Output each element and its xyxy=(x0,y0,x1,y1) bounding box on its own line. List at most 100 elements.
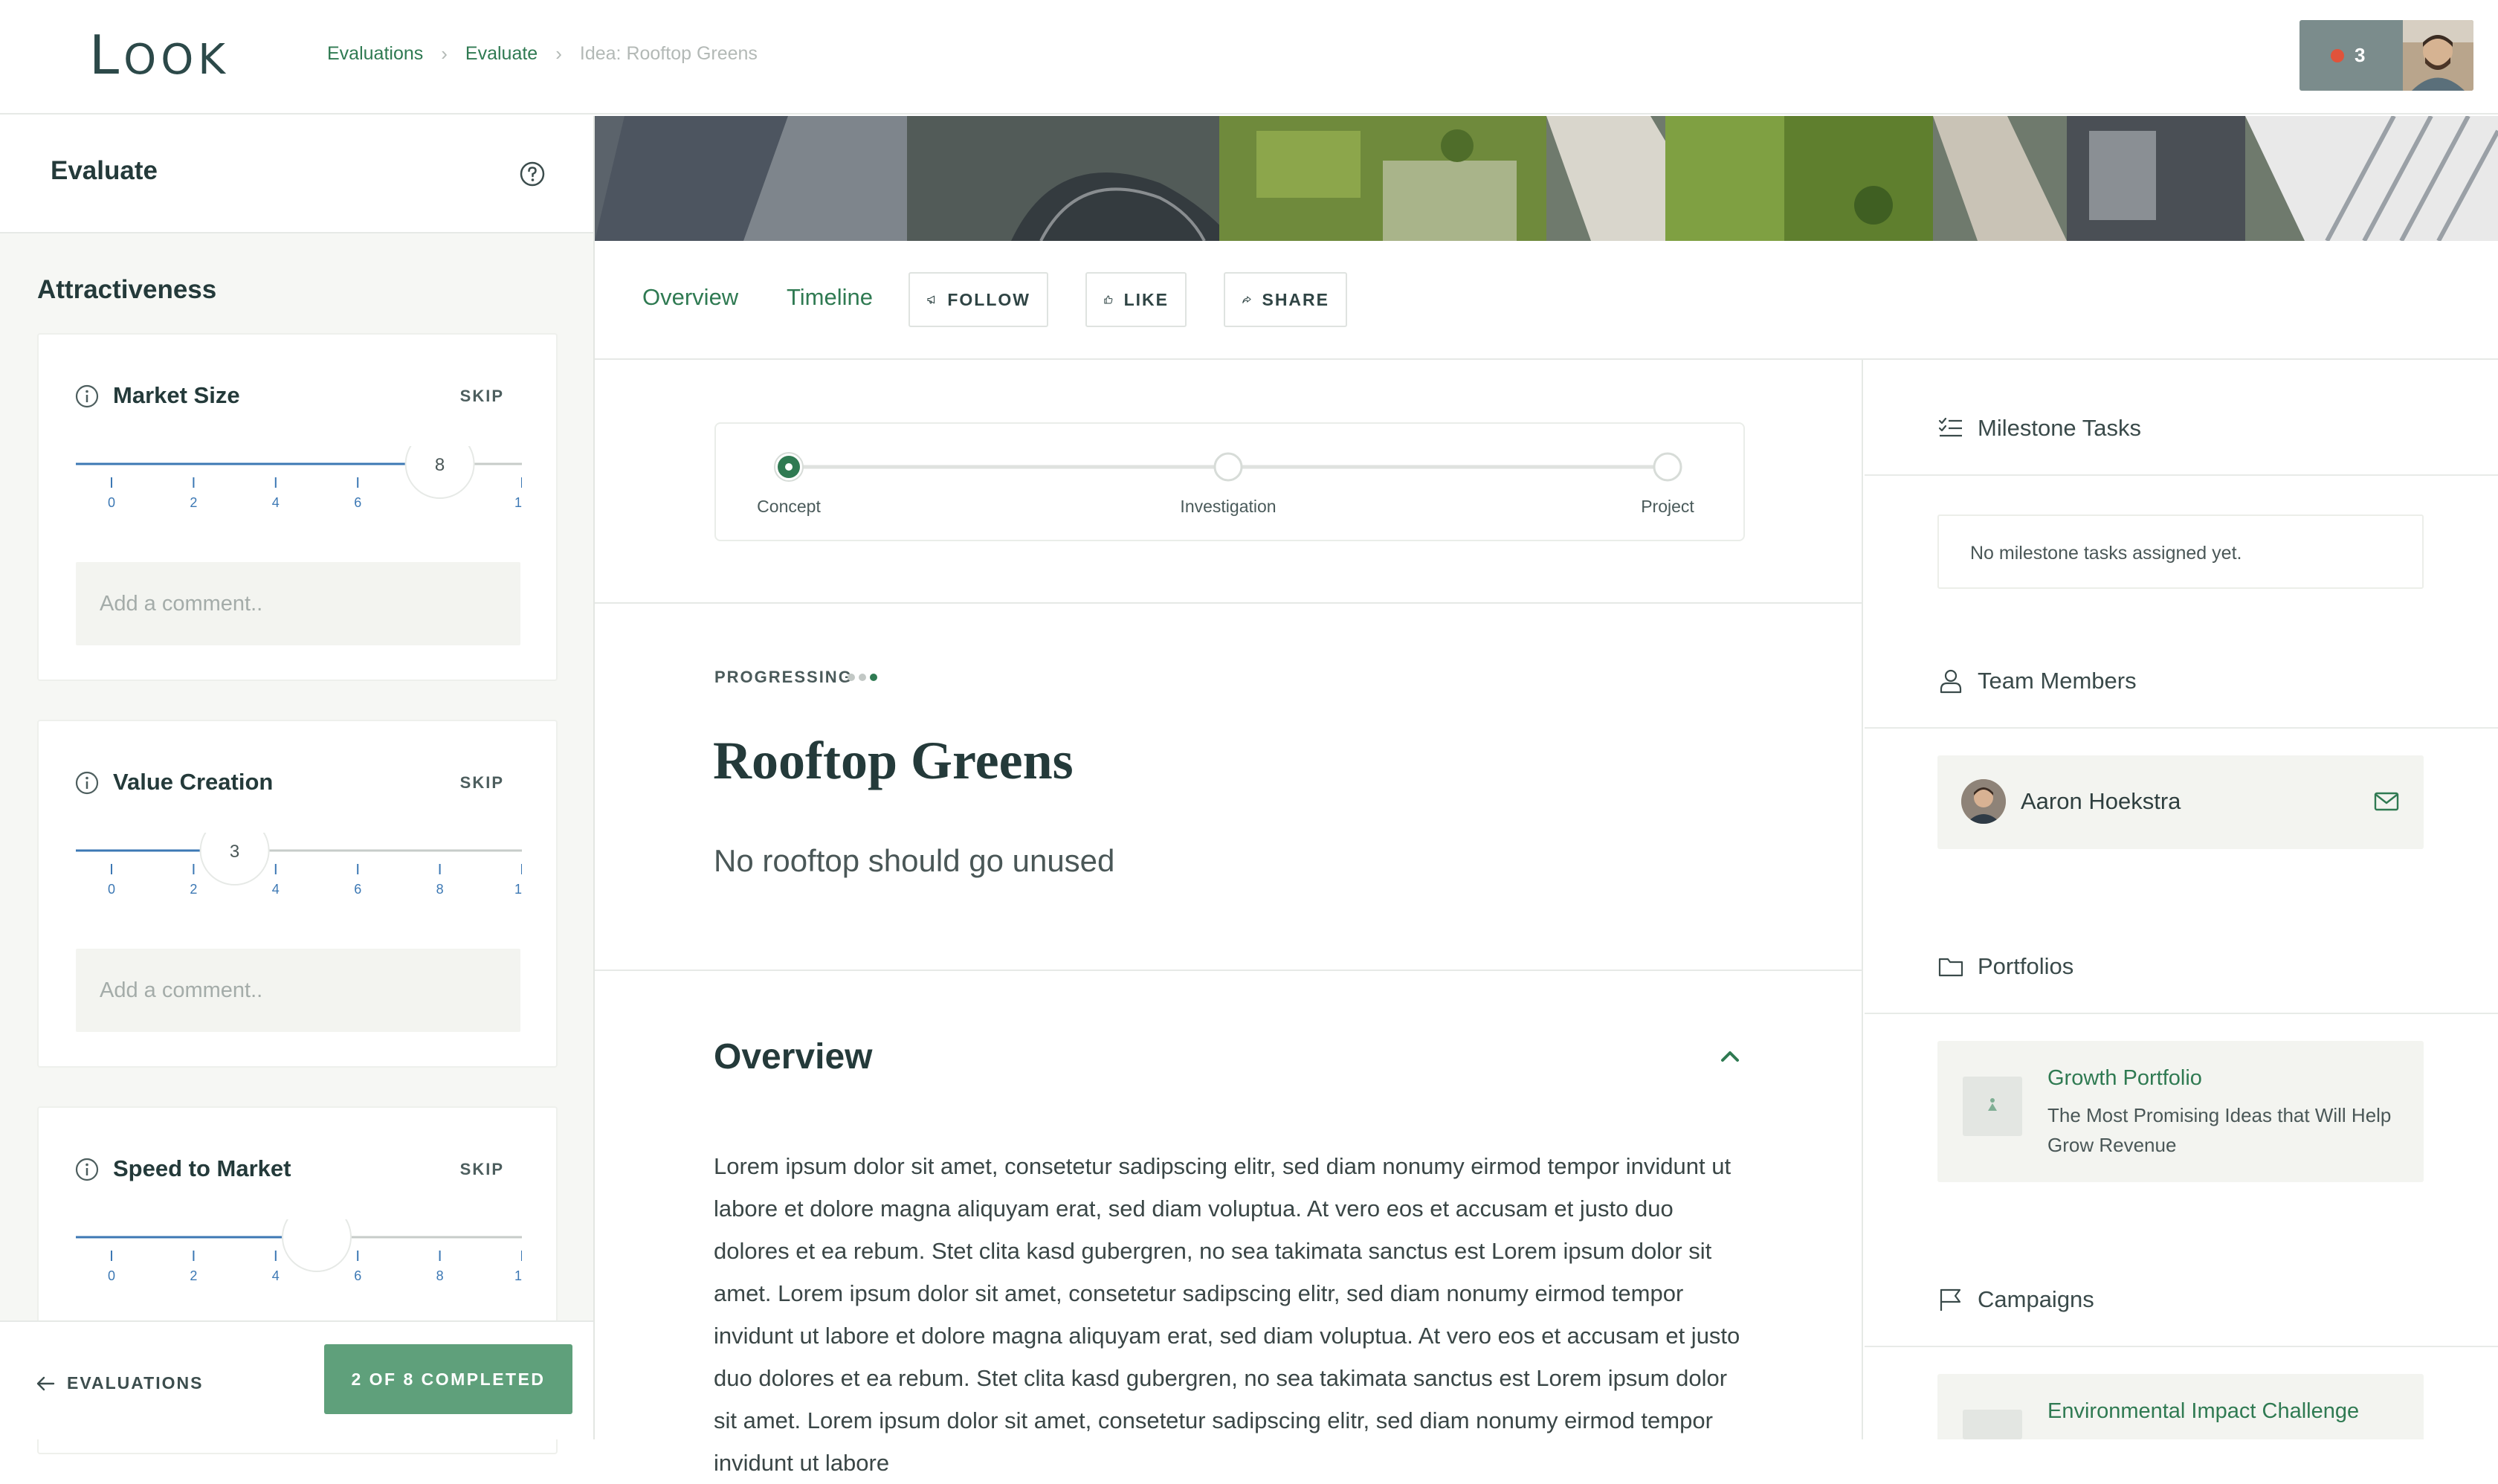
info-icon[interactable] xyxy=(74,1157,100,1182)
member-avatar xyxy=(1961,779,2006,824)
campaign-title[interactable]: Environmental Impact Challenge xyxy=(2047,1399,2359,1424)
stage-node xyxy=(1653,452,1682,482)
portfolio-card[interactable]: Growth Portfolio The Most Promising Idea… xyxy=(1937,1041,2424,1182)
back-to-evaluations-link[interactable]: EVALUATIONS xyxy=(36,1373,203,1393)
mail-icon[interactable] xyxy=(2373,790,2400,813)
comment-input[interactable] xyxy=(76,949,520,1032)
slider-tick-label: 2 xyxy=(190,882,197,897)
back-label: EVALUATIONS xyxy=(67,1373,204,1393)
criterion-title: Market Size xyxy=(113,382,240,408)
slider-tick-label: 4 xyxy=(272,495,280,510)
stage-label-concept: Concept xyxy=(757,497,821,516)
idea-status-label: PROGRESSING xyxy=(714,668,853,686)
follow-button[interactable]: FOLLOW xyxy=(908,272,1048,327)
portfolio-thumbnail xyxy=(1963,1077,2022,1136)
milestone-tasks-header: Milestone Tasks xyxy=(1937,415,2141,442)
chevron-right-icon: › xyxy=(555,42,562,65)
sidebar-divider xyxy=(1865,1013,2498,1014)
slider-tick-label: 2 xyxy=(190,1268,197,1283)
tab-timeline[interactable]: Timeline xyxy=(787,284,873,311)
follow-label: FOLLOW xyxy=(947,289,1030,309)
portfolios-title: Portfolios xyxy=(1978,953,2074,979)
criterion-title: Speed to Market xyxy=(113,1155,291,1181)
slider-tick-label: 8 xyxy=(436,882,444,897)
chevron-up-icon[interactable] xyxy=(1717,1045,1743,1068)
campaign-thumbnail xyxy=(1963,1410,2022,1439)
chevron-right-icon: › xyxy=(441,42,448,65)
criteria-section-title: Attractiveness xyxy=(37,275,217,304)
slider-tick-label: 6 xyxy=(354,495,361,510)
user-avatar[interactable] xyxy=(2403,20,2473,91)
slider-tick-label: 6 xyxy=(354,1268,361,1283)
evaluate-panel-title: Evaluate xyxy=(51,156,158,185)
sidebar-divider xyxy=(1865,1346,2498,1347)
notification-count: 3 xyxy=(2355,44,2366,66)
like-button[interactable]: LIKE xyxy=(1085,272,1187,327)
info-icon[interactable] xyxy=(74,384,100,409)
slider-tick-label: 0 xyxy=(108,495,115,510)
checklist-icon xyxy=(1938,417,1962,437)
campaign-card[interactable]: Environmental Impact Challenge xyxy=(1937,1374,2424,1439)
user-avatar-image xyxy=(2403,20,2473,91)
user-widget[interactable]: 3 xyxy=(2299,20,2473,91)
info-icon[interactable] xyxy=(74,770,100,796)
idea-title: Rooftop Greens xyxy=(713,731,1074,790)
portfolio-description: The Most Promising Ideas that Will Help … xyxy=(2047,1104,2392,1156)
slider-tick-label: 6 xyxy=(354,882,361,897)
slider-handle[interactable] xyxy=(282,1219,352,1272)
stage-label-project: Project xyxy=(1641,497,1694,516)
portfolio-title[interactable]: Growth Portfolio xyxy=(2047,1066,2202,1091)
criterion-market-size: Market Size SKIP 0 2 4 6 10 8 xyxy=(37,333,558,681)
member-avatar-image xyxy=(1961,779,2006,824)
skip-button[interactable]: SKIP xyxy=(460,387,504,406)
look-logo[interactable]: LOOK xyxy=(89,24,230,86)
flag-icon xyxy=(1940,1288,1961,1311)
breadcrumb-evaluate[interactable]: Evaluate xyxy=(465,43,538,65)
tab-overview[interactable]: Overview xyxy=(642,284,738,311)
status-dots-icon xyxy=(848,674,877,681)
slider-tick-label: 8 xyxy=(436,1268,444,1283)
breadcrumb: Evaluations › Evaluate › Idea: Rooftop G… xyxy=(327,42,758,65)
evaluate-panel: Evaluate Attractiveness Market Size SKIP… xyxy=(0,116,595,1454)
campaigns-header: Campaigns xyxy=(1937,1286,2094,1313)
megaphone-icon xyxy=(927,295,935,304)
milestone-tasks-title: Milestone Tasks xyxy=(1978,415,2141,441)
sidebar-divider xyxy=(1865,727,2498,729)
breadcrumb-evaluations[interactable]: Evaluations xyxy=(327,43,423,65)
market-size-slider[interactable]: 0 2 4 6 10 8 xyxy=(76,446,522,528)
portfolios-header: Portfolios xyxy=(1937,953,2073,980)
section-divider xyxy=(595,602,1863,604)
slider-tick-label: 4 xyxy=(272,1268,280,1283)
overview-body-text: Lorem ipsum dolor sit amet, consetetur s… xyxy=(714,1153,1740,1476)
slider-tick-label: 0 xyxy=(108,882,115,897)
slider-tick-label: 2 xyxy=(190,495,197,510)
person-icon xyxy=(1940,669,1962,694)
stage-progress-track xyxy=(774,452,1682,482)
skip-button[interactable]: SKIP xyxy=(460,1160,504,1179)
speed-to-market-slider[interactable]: 0 2 4 6 8 10 xyxy=(76,1219,522,1301)
slider-tick-label: 10 xyxy=(514,495,522,510)
like-label: LIKE xyxy=(1123,289,1169,309)
completion-progress-button[interactable]: 2 OF 8 COMPLETED xyxy=(324,1344,572,1414)
team-members-title: Team Members xyxy=(1978,668,2137,694)
criterion-value-creation: Value Creation SKIP 0 2 4 6 8 10 3 xyxy=(37,720,558,1068)
member-name: Aaron Hoekstra xyxy=(2021,788,2181,814)
comment-input[interactable] xyxy=(76,562,520,645)
breadcrumb-current-idea: Idea: Rooftop Greens xyxy=(579,43,758,64)
sidebar-divider xyxy=(1865,474,2498,476)
folder-icon xyxy=(1938,958,1963,977)
share-button[interactable]: SHARE xyxy=(1224,272,1347,327)
idea-tabs-bar xyxy=(595,241,2498,360)
notifications-button[interactable]: 3 xyxy=(2331,44,2365,67)
value-creation-slider[interactable]: 0 2 4 6 8 10 3 xyxy=(76,833,522,914)
share-arrow-icon xyxy=(1242,296,1251,303)
help-circle-icon[interactable] xyxy=(519,161,546,187)
stage-label-investigation: Investigation xyxy=(1180,497,1277,516)
skip-button[interactable]: SKIP xyxy=(460,773,504,793)
arrow-left-icon xyxy=(36,1376,55,1390)
campaigns-title: Campaigns xyxy=(1978,1286,2094,1312)
milestone-empty-state: No milestone tasks assigned yet. xyxy=(1937,514,2424,589)
slider-tick-label: 10 xyxy=(514,1268,522,1283)
overview-heading: Overview xyxy=(714,1037,873,1077)
idea-cover-image xyxy=(595,116,2498,241)
